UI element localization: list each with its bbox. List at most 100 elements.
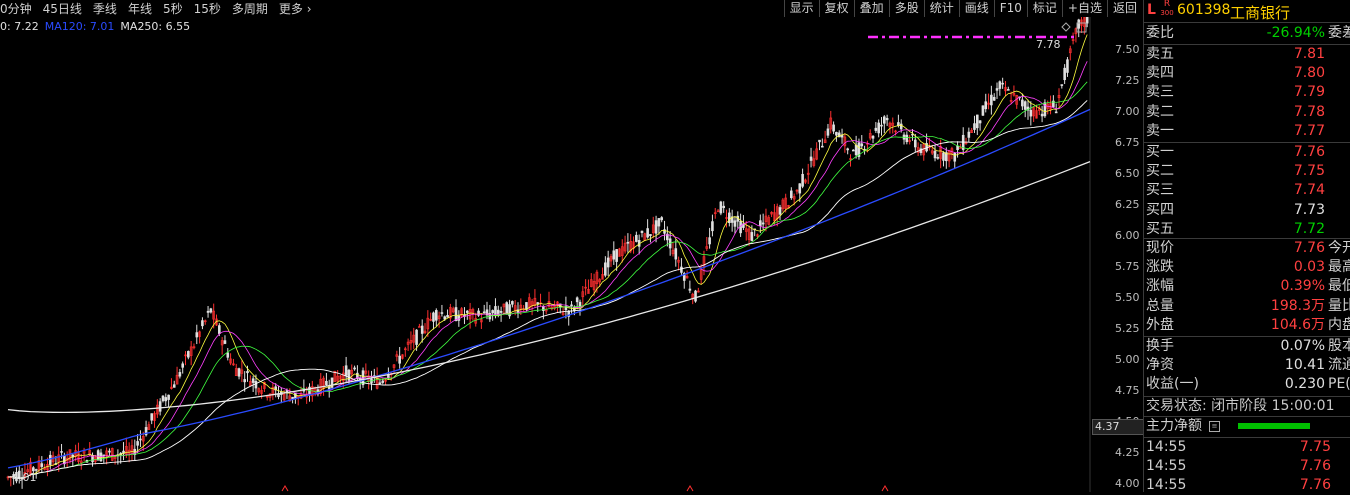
tick-row-label: 14:55 bbox=[1146, 458, 1187, 475]
tool-button[interactable]: 复权 bbox=[818, 0, 854, 17]
candle-body bbox=[790, 190, 793, 199]
candle-body bbox=[570, 304, 573, 307]
candle-body bbox=[511, 301, 514, 305]
period-item[interactable]: 年线 bbox=[128, 0, 152, 17]
period-item[interactable]: 0分钟 bbox=[0, 0, 32, 17]
price-tick-label: 4.00 bbox=[1115, 477, 1140, 490]
candle-body bbox=[218, 325, 221, 334]
period-item[interactable]: 多周期 bbox=[232, 0, 268, 17]
tick-row: 14:55 7.75 bbox=[1146, 438, 1350, 457]
period-item[interactable]: 15秒 bbox=[194, 0, 221, 17]
candle-body bbox=[832, 124, 835, 132]
candle-body bbox=[136, 441, 139, 446]
stat-row: 外盘 104.6万 内盘 bbox=[1146, 316, 1350, 335]
tool-button[interactable]: +自选 bbox=[1061, 0, 1107, 17]
candle-body bbox=[1054, 111, 1058, 114]
candle-body bbox=[415, 329, 418, 345]
candle-body bbox=[778, 207, 782, 215]
tick-row: 14:55 7.76 bbox=[1146, 476, 1350, 495]
period-item[interactable]: 更多 › bbox=[279, 0, 312, 17]
candle-body bbox=[505, 302, 509, 315]
low-price-label: 4.01 bbox=[12, 471, 37, 484]
candle-body bbox=[809, 156, 813, 161]
tick-row-value: 7.76 bbox=[1299, 477, 1331, 494]
tool-button[interactable]: 标记 bbox=[1026, 0, 1062, 17]
candle-body bbox=[254, 381, 258, 389]
tool-button[interactable]: 多股 bbox=[888, 0, 924, 17]
tick-row-label: 14:55 bbox=[1146, 439, 1187, 455]
stat-row-ext-label: 内盘 bbox=[1328, 316, 1350, 333]
kline-chart[interactable] bbox=[0, 17, 1142, 492]
candle-body bbox=[1001, 82, 1004, 85]
bid-row-value: 7.73 bbox=[1293, 201, 1325, 218]
tool-button[interactable]: 返回 bbox=[1106, 0, 1142, 17]
list-icon[interactable]: ≡ bbox=[1209, 421, 1220, 432]
high-price-label: 7.78 bbox=[1036, 38, 1061, 51]
stat-row-value: 0.39% bbox=[1280, 278, 1325, 295]
candle-body bbox=[226, 352, 230, 358]
ask-row-label: 卖一 bbox=[1146, 122, 1174, 139]
candle-body bbox=[291, 396, 294, 400]
tool-button[interactable]: 叠加 bbox=[853, 0, 889, 17]
stat-row-value: 0.03 bbox=[1293, 259, 1325, 276]
chart-toolbar: 0分钟 45日线 季线 年线 5秒 15秒 多周期 更多 › 显示 复权 叠加 多股 统计 画线 F10 标… bbox=[0, 0, 1142, 17]
price-tick-label: 5.75 bbox=[1115, 260, 1140, 273]
bid-row: 买五 7.72 bbox=[1146, 220, 1350, 239]
candle-body bbox=[733, 220, 737, 227]
bid-row-label: 买二 bbox=[1146, 163, 1174, 180]
stat-row-label: 总量 bbox=[1146, 297, 1174, 314]
candle-body bbox=[883, 116, 886, 124]
tool-button[interactable]: 显示 bbox=[783, 0, 819, 17]
candle-body bbox=[499, 311, 503, 313]
candle-body bbox=[1023, 101, 1027, 110]
ask-row-value: 7.79 bbox=[1293, 84, 1325, 101]
tick-row: 14:55 7.76 bbox=[1146, 457, 1350, 476]
candle-body bbox=[434, 310, 438, 321]
ma-line-mid bbox=[7, 61, 1088, 479]
ask-row: 卖五 7.81 bbox=[1146, 45, 1350, 64]
ma-line-short bbox=[7, 34, 1088, 479]
period-item[interactable]: 5秒 bbox=[163, 0, 183, 17]
candle-body bbox=[978, 120, 982, 124]
candle-body bbox=[818, 139, 821, 143]
tool-button[interactable]: 统计 bbox=[923, 0, 959, 17]
stat2-row-label: 收益(一) bbox=[1146, 376, 1199, 393]
candle-body bbox=[381, 380, 385, 383]
stat2-row-ext-label: PE(动) bbox=[1328, 376, 1350, 393]
candle-body bbox=[494, 306, 497, 315]
tick-row-value: 7.75 bbox=[1299, 439, 1331, 455]
market-badge: L bbox=[1147, 2, 1156, 18]
candle-body bbox=[48, 454, 52, 465]
period-item[interactable]: 45日线 bbox=[43, 0, 82, 17]
candle-body bbox=[995, 88, 999, 91]
candle-body bbox=[708, 237, 711, 245]
bid-row-label: 买一 bbox=[1146, 144, 1174, 160]
candle-body bbox=[981, 105, 985, 116]
trade-status: 交易状态: 闭市阶段 15:00:01 bbox=[1146, 398, 1335, 414]
stat-row-ext-label: 量比 bbox=[1328, 297, 1350, 314]
price-tick-label: 5.25 bbox=[1115, 322, 1140, 335]
price-tick-label: 6.25 bbox=[1115, 198, 1140, 211]
tool-button[interactable]: 画线 bbox=[958, 0, 994, 17]
tool-button[interactable]: F10 bbox=[993, 0, 1027, 17]
stat2-row-label: 换手 bbox=[1146, 338, 1174, 354]
candle-body bbox=[953, 152, 957, 162]
candle-body bbox=[195, 332, 199, 338]
candle-body bbox=[719, 201, 723, 214]
stat2-row-label: 净资 bbox=[1146, 357, 1174, 374]
candle-body bbox=[759, 220, 762, 226]
stat2-row-value: 10.41 bbox=[1284, 357, 1325, 374]
candle-body bbox=[880, 124, 883, 127]
period-item[interactable]: 季线 bbox=[93, 0, 117, 17]
candle-body bbox=[657, 218, 661, 227]
bid-row-label: 买五 bbox=[1146, 220, 1174, 237]
candle-body bbox=[206, 310, 210, 313]
candle-body bbox=[237, 368, 241, 377]
candle-body bbox=[491, 310, 494, 314]
candle-body bbox=[635, 234, 638, 242]
candle-body bbox=[243, 379, 246, 383]
candle-body bbox=[973, 123, 976, 130]
ask-row-value: 7.77 bbox=[1293, 122, 1325, 139]
weibi-row: 委比 -26.94% 委差 bbox=[1146, 25, 1350, 41]
candle-body bbox=[223, 340, 227, 344]
